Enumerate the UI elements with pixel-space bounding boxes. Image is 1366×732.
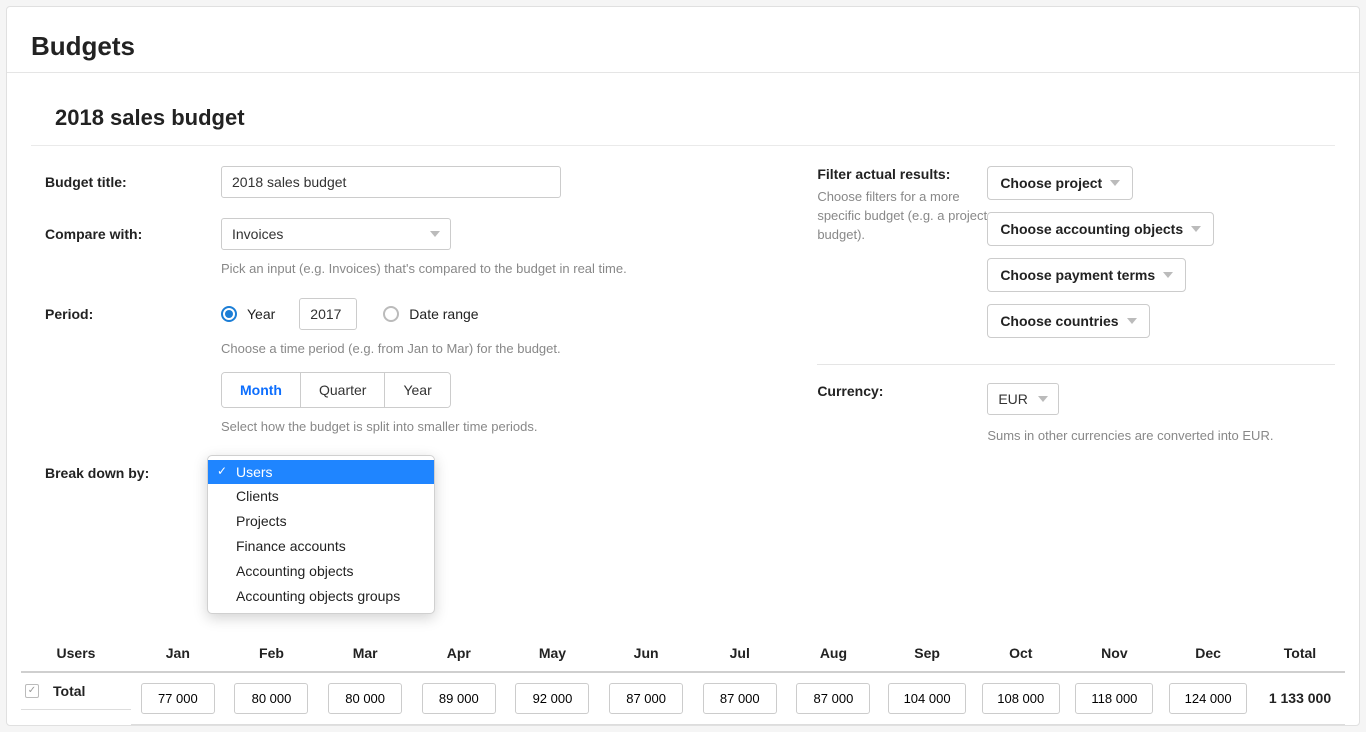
row-compare-with: Compare with: Invoices Pick an input (e.… xyxy=(45,218,787,278)
compare-with-value: Invoices xyxy=(232,226,283,242)
row-breakdown: Break down by: Users Clients Projects Fi… xyxy=(45,457,787,597)
interval-segmented: Month Quarter Year xyxy=(221,372,451,408)
interval-help: Select how the budget is split into smal… xyxy=(221,418,787,436)
dropdown-item-projects[interactable]: Projects xyxy=(208,509,434,534)
form-right-column: Filter actual results: Choose filters fo… xyxy=(787,166,1335,617)
th-may: May xyxy=(506,637,600,672)
label-filters: Filter actual results: Choose filters fo… xyxy=(817,166,987,350)
year-input[interactable] xyxy=(299,298,357,330)
page-card: Budgets 2018 sales budget Budget title: … xyxy=(6,6,1360,726)
label-period: Period: xyxy=(45,298,221,322)
cell-total: 1 133 000 xyxy=(1255,672,1345,725)
th-aug: Aug xyxy=(787,637,881,672)
th-apr: Apr xyxy=(412,637,506,672)
period-help: Choose a time period (e.g. from Jan to M… xyxy=(221,340,787,358)
chevron-down-icon xyxy=(1110,180,1120,186)
cell-jul[interactable] xyxy=(703,683,777,714)
currency-value: EUR xyxy=(998,391,1028,407)
th-sep: Sep xyxy=(880,637,974,672)
filter-choose-countries[interactable]: Choose countries xyxy=(987,304,1149,338)
row-checkbox[interactable]: ✓ xyxy=(25,684,39,698)
row-label: Total xyxy=(53,683,85,699)
th-total: Total xyxy=(1255,637,1345,672)
filter-choose-project[interactable]: Choose project xyxy=(987,166,1133,200)
filters-help: Choose filters for a more specific budge… xyxy=(817,188,987,245)
divider xyxy=(817,364,1335,365)
table-header-row: Users Jan Feb Mar Apr May Jun Jul Aug Se… xyxy=(21,637,1345,672)
cell-aug[interactable] xyxy=(796,683,870,714)
compare-with-select[interactable]: Invoices xyxy=(221,218,451,250)
currency-block: Currency: EUR Sums in other currencies a… xyxy=(817,383,1335,445)
dropdown-item-accounting-objects[interactable]: Accounting objects xyxy=(208,559,434,584)
currency-select[interactable]: EUR xyxy=(987,383,1059,415)
chevron-down-icon xyxy=(1038,396,1048,402)
cell-oct[interactable] xyxy=(982,683,1060,714)
cell-nov[interactable] xyxy=(1075,683,1153,714)
budget-subtitle: 2018 sales budget xyxy=(55,105,1311,131)
filter-choose-payment-terms[interactable]: Choose payment terms xyxy=(987,258,1186,292)
page-title: Budgets xyxy=(31,31,1335,62)
label-compare-with: Compare with: xyxy=(45,218,221,242)
dropdown-item-accounting-objects-groups[interactable]: Accounting objects groups xyxy=(208,584,434,609)
cell-dec[interactable] xyxy=(1169,683,1247,714)
chevron-down-icon xyxy=(1127,318,1137,324)
th-feb: Feb xyxy=(225,637,319,672)
th-nov: Nov xyxy=(1068,637,1162,672)
seg-year[interactable]: Year xyxy=(385,373,449,407)
dropdown-item-users[interactable]: Users xyxy=(208,460,434,485)
th-oct: Oct xyxy=(974,637,1068,672)
period-radio-group: Year Date range xyxy=(221,298,787,330)
form-area: Budget title: Compare with: Invoices Pic… xyxy=(7,146,1359,617)
th-jan: Jan xyxy=(131,637,225,672)
row-budget-title: Budget title: xyxy=(45,166,787,198)
budget-table-area: Users Jan Feb Mar Apr May Jun Jul Aug Se… xyxy=(7,617,1359,725)
filters-controls: Choose project Choose accounting objects… xyxy=(987,166,1335,350)
seg-quarter[interactable]: Quarter xyxy=(301,373,385,407)
chevron-down-icon xyxy=(430,231,440,237)
th-jul: Jul xyxy=(693,637,787,672)
label-budget-title: Budget title: xyxy=(45,166,221,190)
form-left-column: Budget title: Compare with: Invoices Pic… xyxy=(31,166,787,617)
chevron-down-icon xyxy=(1191,226,1201,232)
th-dec: Dec xyxy=(1161,637,1255,672)
budget-title-input[interactable] xyxy=(221,166,561,198)
budget-table: Users Jan Feb Mar Apr May Jun Jul Aug Se… xyxy=(21,637,1345,725)
cell-jun[interactable] xyxy=(609,683,683,714)
chevron-down-icon xyxy=(1163,272,1173,278)
page-header: Budgets xyxy=(7,7,1359,73)
radio-year[interactable] xyxy=(221,306,237,322)
dropdown-item-clients[interactable]: Clients xyxy=(208,484,434,509)
label-currency: Currency: xyxy=(817,383,987,445)
th-users: Users xyxy=(21,637,131,672)
radio-date-range[interactable] xyxy=(383,306,399,322)
label-breakdown: Break down by: xyxy=(45,457,221,481)
cell-feb[interactable] xyxy=(234,683,308,714)
dropdown-item-finance-accounts[interactable]: Finance accounts xyxy=(208,534,434,559)
breakdown-dropdown[interactable]: Users Clients Projects Finance accounts … xyxy=(207,455,435,614)
cell-jan[interactable] xyxy=(141,683,215,714)
table-row-total: ✓ Total 1 133 000 xyxy=(21,672,1345,725)
filters-block: Filter actual results: Choose filters fo… xyxy=(817,166,1335,350)
cell-apr[interactable] xyxy=(422,683,496,714)
cell-sep[interactable] xyxy=(888,683,966,714)
sub-header: 2018 sales budget xyxy=(31,91,1335,146)
row-period: Period: Year Date range Choose a time pe… xyxy=(45,298,787,436)
seg-month[interactable]: Month xyxy=(222,373,301,407)
filter-choose-accounting-objects[interactable]: Choose accounting objects xyxy=(987,212,1214,246)
compare-with-help: Pick an input (e.g. Invoices) that's com… xyxy=(221,260,787,278)
th-mar: Mar xyxy=(318,637,412,672)
radio-year-label: Year xyxy=(247,306,275,322)
th-jun: Jun xyxy=(599,637,693,672)
cell-mar[interactable] xyxy=(328,683,402,714)
currency-help: Sums in other currencies are converted i… xyxy=(987,427,1335,445)
cell-may[interactable] xyxy=(515,683,589,714)
radio-date-range-label: Date range xyxy=(409,306,478,322)
